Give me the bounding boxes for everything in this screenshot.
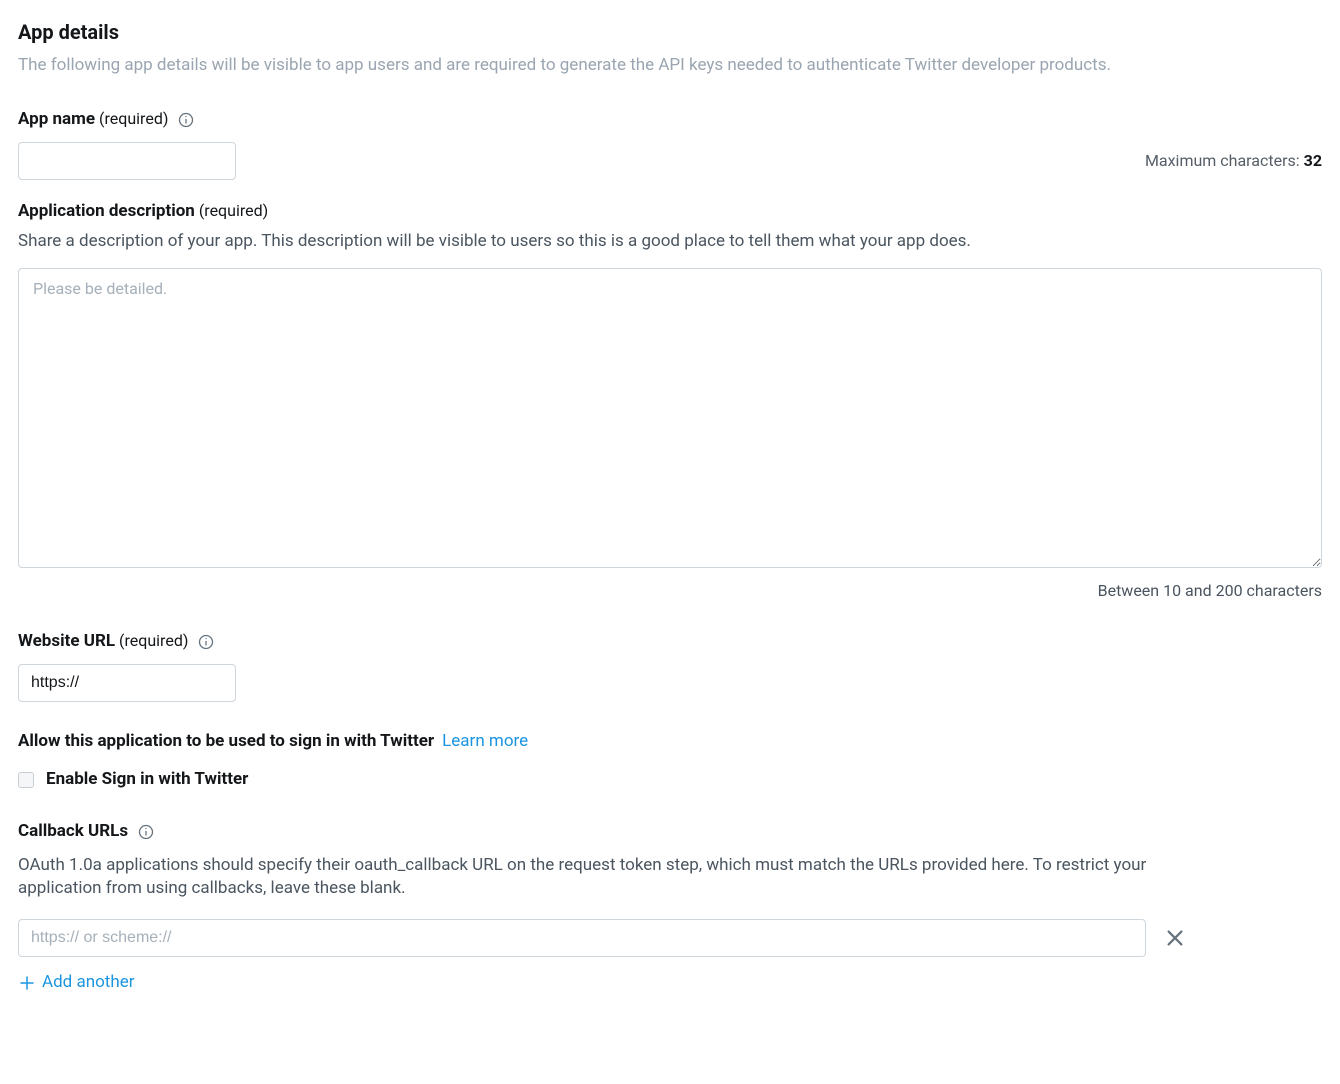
add-another-button[interactable]: Add another	[18, 971, 1322, 995]
max-characters-label: Maximum characters:	[1145, 150, 1300, 172]
callback-url-input[interactable]	[18, 919, 1146, 957]
callback-urls-label: Callback URLs	[18, 820, 128, 844]
website-url-input[interactable]	[18, 664, 236, 702]
app-description-limit: Between 10 and 200 characters	[1098, 580, 1322, 602]
website-url-required: (required)	[119, 631, 188, 650]
app-description-required: (required)	[199, 201, 268, 220]
enable-signin-label: Enable Sign in with Twitter	[46, 768, 248, 792]
app-name-required: (required)	[99, 109, 168, 128]
signin-heading: Allow this application to be used to sig…	[18, 730, 434, 754]
app-details-description: The following app details will be visibl…	[18, 54, 1322, 78]
app-name-label: App name	[18, 109, 95, 129]
callback-url-row	[18, 919, 1322, 957]
info-icon[interactable]	[198, 634, 214, 650]
signin-twitter-field: Allow this application to be used to sig…	[18, 730, 1322, 792]
remove-callback-button[interactable]	[1164, 927, 1186, 949]
website-url-label: Website URL	[18, 631, 115, 651]
app-details-title: App details	[18, 18, 1322, 46]
callback-urls-field: Callback URLs OAuth 1.0a applications sh…	[18, 820, 1322, 995]
app-description-textarea[interactable]	[18, 268, 1322, 568]
app-name-field: App name (required) Maximum characters: …	[18, 108, 1322, 172]
add-another-label: Add another	[42, 971, 135, 995]
plus-icon	[18, 974, 36, 992]
max-characters-value: 32	[1304, 150, 1322, 172]
app-name-input[interactable]	[18, 142, 236, 180]
app-description-help: Share a description of your app. This de…	[18, 230, 1322, 254]
app-description-label: Application description	[18, 201, 195, 221]
callback-description: OAuth 1.0a applications should specify t…	[18, 854, 1188, 902]
info-icon[interactable]	[178, 112, 194, 128]
website-url-field: Website URL (required)	[18, 630, 1322, 702]
enable-signin-checkbox[interactable]	[18, 772, 34, 788]
app-description-field: Application description (required) Share…	[18, 200, 1322, 602]
info-icon[interactable]	[138, 824, 154, 840]
learn-more-link[interactable]: Learn more	[442, 730, 528, 754]
